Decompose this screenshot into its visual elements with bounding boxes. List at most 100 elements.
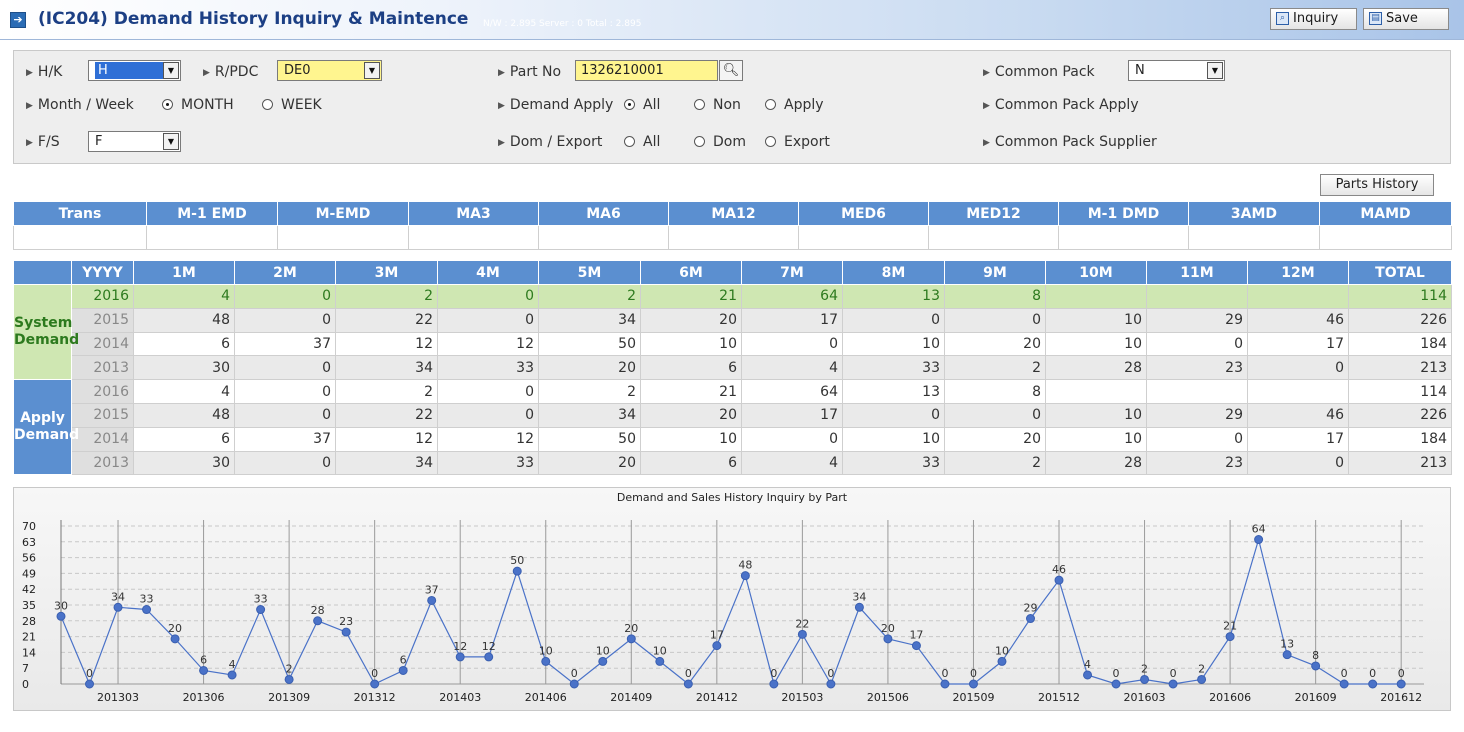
history-col-header[interactable]: 8M	[842, 260, 945, 285]
month-value-cell[interactable]: 0	[1146, 331, 1248, 357]
history-col-header[interactable]: 11M	[1146, 260, 1248, 285]
month-value-cell[interactable]: 30	[133, 355, 235, 381]
month-value-cell[interactable]: 2	[335, 379, 438, 404]
trans-col-header[interactable]: MED6	[798, 201, 929, 226]
save-button[interactable]: ▤ Save	[1363, 8, 1449, 30]
table-row[interactable]: Apply Demand 2016 4 0 2 0 2 21 64 13 8 114	[13, 379, 1452, 476]
month-value-cell[interactable]: 13	[842, 379, 945, 404]
month-value-cell[interactable]: 4	[133, 284, 235, 309]
month-value-cell[interactable]: 20	[538, 450, 641, 476]
table-row[interactable]: 2015 48 0 22 0 34 20 17 0 0 10 29 46 226	[14, 402, 1452, 428]
trans-cell[interactable]	[408, 225, 539, 250]
month-value-cell[interactable]: 21	[640, 379, 742, 404]
month-value-cell[interactable]: 4	[741, 355, 843, 381]
month-value-cell[interactable]: 0	[234, 379, 336, 404]
demand-apply-apply-radio[interactable]: Apply	[765, 97, 824, 113]
table-row[interactable]: 2013 30 0 34 33 20 6 4 33 2 28 23 0 213	[14, 450, 1452, 476]
month-value-cell[interactable]: 37	[234, 426, 336, 452]
month-value-cell[interactable]: 17	[1247, 331, 1349, 357]
month-value-cell[interactable]: 22	[335, 307, 438, 333]
month-value-cell[interactable]: 28	[1045, 450, 1147, 476]
month-value-cell[interactable]: 50	[538, 426, 641, 452]
month-value-cell[interactable]: 22	[335, 402, 438, 428]
month-value-cell[interactable]: 0	[234, 307, 336, 333]
month-value-cell[interactable]: 4	[741, 450, 843, 476]
trans-cell[interactable]	[538, 225, 669, 250]
trans-col-header[interactable]: MA3	[408, 201, 539, 226]
fs-select[interactable]: F ▼	[88, 131, 181, 152]
month-value-cell[interactable]: 34	[538, 307, 641, 333]
partno-input[interactable]: 1326210001	[575, 60, 718, 81]
month-value-cell[interactable]: 33	[437, 355, 539, 381]
month-value-cell[interactable]: 2	[944, 355, 1046, 381]
trans-cell[interactable]	[1319, 225, 1452, 250]
month-value-cell[interactable]: 0	[1146, 426, 1248, 452]
month-value-cell[interactable]: 48	[133, 307, 235, 333]
trans-col-header[interactable]: MA6	[538, 201, 669, 226]
table-row[interactable]: 2015 48 0 22 0 34 20 17 0 0 10 29 46 226	[14, 307, 1452, 333]
history-col-header[interactable]: 1M	[133, 260, 235, 285]
month-value-cell[interactable]	[1045, 284, 1147, 309]
history-col-header[interactable]: 9M	[944, 260, 1046, 285]
month-value-cell[interactable]: 20	[640, 307, 742, 333]
chevron-down-icon[interactable]: ▼	[163, 133, 179, 150]
month-value-cell[interactable]: 13	[842, 284, 945, 309]
month-value-cell[interactable]	[1045, 379, 1147, 404]
month-value-cell[interactable]: 29	[1146, 307, 1248, 333]
month-value-cell[interactable]: 30	[133, 450, 235, 476]
trans-col-header[interactable]: MED12	[928, 201, 1059, 226]
dom-export-all-radio[interactable]: All	[624, 134, 660, 150]
month-value-cell[interactable]: 0	[944, 402, 1046, 428]
month-value-cell[interactable]: 6	[133, 331, 235, 357]
month-value-cell[interactable]: 0	[234, 355, 336, 381]
month-value-cell[interactable]: 64	[741, 379, 843, 404]
month-value-cell[interactable]: 34	[538, 402, 641, 428]
month-value-cell[interactable]: 0	[741, 426, 843, 452]
chevron-down-icon[interactable]: ▼	[364, 62, 380, 79]
trans-col-header[interactable]: M-EMD	[277, 201, 409, 226]
partno-search-button[interactable]: 🔍︎	[719, 60, 743, 81]
history-col-header[interactable]: 3M	[335, 260, 438, 285]
month-value-cell[interactable]: 0	[944, 307, 1046, 333]
history-col-header[interactable]: 6M	[640, 260, 742, 285]
trans-col-header[interactable]: M-1 DMD	[1058, 201, 1189, 226]
month-value-cell[interactable]: 23	[1146, 450, 1248, 476]
month-value-cell[interactable]: 6	[640, 450, 742, 476]
month-value-cell[interactable]: 50	[538, 331, 641, 357]
common-pack-select[interactable]: N ▼	[1128, 60, 1225, 81]
month-value-cell[interactable]: 2	[538, 284, 641, 309]
month-value-cell[interactable]: 12	[335, 426, 438, 452]
week-radio[interactable]: WEEK	[262, 97, 322, 113]
month-value-cell[interactable]: 0	[437, 284, 539, 309]
month-value-cell[interactable]: 23	[1146, 355, 1248, 381]
month-value-cell[interactable]: 10	[1045, 426, 1147, 452]
trans-cell[interactable]	[1058, 225, 1189, 250]
month-value-cell[interactable]: 0	[234, 450, 336, 476]
history-col-header[interactable]: TOTAL	[1348, 260, 1452, 285]
month-value-cell[interactable]: 20	[640, 402, 742, 428]
month-value-cell[interactable]: 12	[437, 426, 539, 452]
trans-col-header[interactable]: 3AMD	[1188, 201, 1320, 226]
month-value-cell[interactable]: 10	[842, 426, 945, 452]
trans-col-header[interactable]: M-1 EMD	[146, 201, 278, 226]
month-value-cell[interactable]: 4	[133, 379, 235, 404]
month-value-cell[interactable]	[1146, 284, 1248, 309]
trans-cell[interactable]	[13, 225, 147, 250]
demand-apply-all-radio[interactable]: All	[624, 97, 660, 113]
trans-cell[interactable]	[928, 225, 1059, 250]
month-value-cell[interactable]: 0	[741, 331, 843, 357]
trans-cell[interactable]	[668, 225, 799, 250]
month-value-cell[interactable]: 0	[842, 402, 945, 428]
month-value-cell[interactable]: 0	[234, 284, 336, 309]
month-value-cell[interactable]: 2	[944, 450, 1046, 476]
month-value-cell[interactable]: 20	[538, 355, 641, 381]
month-value-cell[interactable]: 17	[1247, 426, 1349, 452]
history-col-header[interactable]: 12M	[1247, 260, 1349, 285]
history-col-header[interactable]: 10M	[1045, 260, 1147, 285]
month-value-cell[interactable]: 0	[1247, 450, 1349, 476]
month-value-cell[interactable]: 34	[335, 450, 438, 476]
month-value-cell[interactable]: 33	[842, 355, 945, 381]
table-row[interactable]: 2013 30 0 34 33 20 6 4 33 2 28 23 0 213	[14, 355, 1452, 381]
month-value-cell[interactable]: 0	[1247, 355, 1349, 381]
history-col-header[interactable]: 4M	[437, 260, 539, 285]
